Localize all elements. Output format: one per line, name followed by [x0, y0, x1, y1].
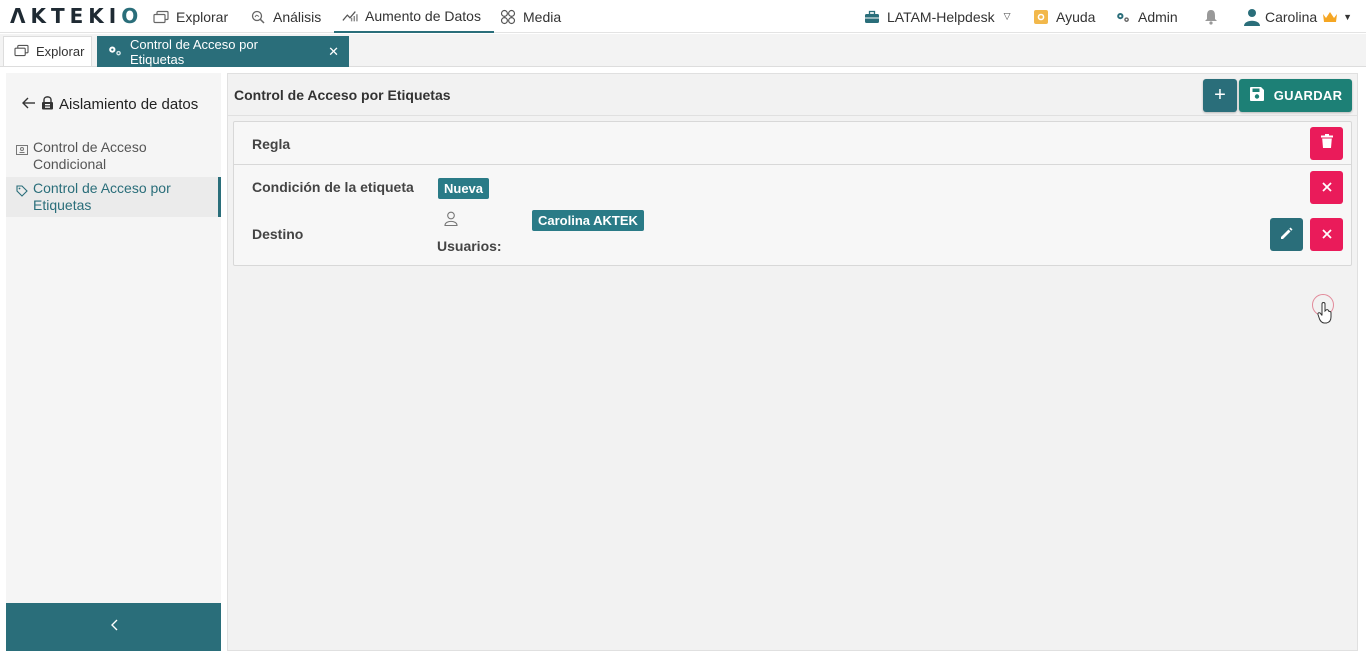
workspace-label: LATAM-Helpdesk	[887, 8, 995, 25]
top-navbar: ΛKTEKI O Explorar Análisis Aumento de Dat…	[0, 0, 1366, 33]
analysis-icon	[250, 9, 266, 25]
id-card-icon	[16, 143, 28, 155]
nav-item-aumento-de-datos[interactable]: Aumento de Datos	[334, 0, 494, 33]
bell-icon	[1203, 9, 1219, 25]
caret-down-icon: ▼	[1343, 11, 1353, 22]
chevron-left-icon	[110, 618, 118, 636]
user-name: Carolina	[1265, 8, 1318, 25]
data-augmentation-icon	[342, 8, 358, 24]
tab-control-acceso-etiquetas[interactable]: Control de Acceso por Etiquetas ✕	[97, 36, 349, 67]
nav-item-label: Media	[523, 8, 562, 25]
main-panel: Control de Acceso por Etiquetas + GUARDA…	[227, 73, 1358, 651]
gears-icon	[107, 44, 123, 60]
tab-explorar[interactable]: Explorar	[3, 36, 92, 67]
admin-label: Admin	[1138, 8, 1178, 25]
sidebar-header[interactable]: Aislamiento de datos	[22, 95, 198, 114]
workspace-selector[interactable]: LATAM-Helpdesk ▽	[864, 0, 1011, 33]
sidebar-item-label: Control de Acceso por Etiquetas	[33, 180, 171, 213]
sidebar-item-tag-access[interactable]: Control de Acceso por Etiquetas	[6, 177, 221, 217]
user-chip: Carolina AKTEK	[532, 210, 644, 231]
page-title: Control de Acceso por Etiquetas	[234, 87, 451, 103]
nav-item-explorar[interactable]: Explorar	[153, 0, 228, 33]
rule-card: Regla Condición de la etiqueta Nueva Des…	[233, 121, 1352, 266]
rule-header: Regla	[234, 122, 1351, 165]
media-icon	[500, 9, 516, 25]
tab-bar: Explorar Control de Acceso por Etiquetas…	[0, 34, 1366, 67]
main-header: Control de Acceso por Etiquetas + GUARDA…	[228, 74, 1357, 116]
delete-rule-button[interactable]	[1310, 127, 1343, 160]
nav-item-media[interactable]: Media	[500, 0, 561, 33]
sidebar-title: Aislamiento de datos	[59, 96, 199, 113]
add-rule-button[interactable]: +	[1203, 79, 1237, 112]
explore-icon	[153, 9, 169, 25]
user-outline-icon	[444, 211, 458, 229]
tab-label: Explorar	[36, 44, 85, 59]
nav-item-analisis[interactable]: Análisis	[250, 0, 321, 33]
explore-icon	[14, 44, 29, 60]
lock-icon	[41, 95, 54, 114]
remove-target-button[interactable]	[1310, 218, 1343, 251]
floppy-disk-icon	[1249, 86, 1265, 105]
sidebar: Aislamiento de datos Control de Acceso C…	[6, 73, 221, 651]
close-icon	[1321, 226, 1332, 244]
users-label: Usuarios:	[437, 238, 502, 254]
condition-tag-chip: Nueva	[438, 178, 490, 199]
close-icon	[1321, 179, 1332, 197]
tab-label: Control de Acceso por Etiquetas	[130, 36, 258, 67]
chevron-down-icon: ▽	[1003, 11, 1011, 21]
aktek-logo[interactable]: ΛKTEKI O	[10, 4, 138, 28]
tag-icon	[16, 184, 28, 197]
save-button[interactable]: GUARDAR	[1239, 79, 1352, 112]
gears-icon	[1115, 9, 1131, 25]
notifications-button[interactable]	[1203, 0, 1219, 33]
back-arrow-icon[interactable]	[22, 96, 36, 113]
user-icon	[1244, 8, 1260, 26]
help-icon	[1033, 9, 1049, 25]
trash-icon	[1320, 134, 1333, 153]
nav-item-label: Aumento de Datos	[365, 7, 481, 24]
help-label: Ayuda	[1056, 8, 1096, 25]
rule-title: Regla	[252, 136, 291, 152]
remove-condition-button[interactable]	[1310, 171, 1343, 204]
condition-label: Condición de la etiqueta	[252, 179, 414, 195]
user-menu[interactable]: Carolina ▼	[1244, 0, 1352, 33]
pencil-icon	[1280, 227, 1293, 243]
help-link[interactable]: Ayuda	[1033, 0, 1095, 33]
sidebar-item-label: Control de Acceso Condicional	[33, 139, 147, 172]
edit-target-button[interactable]	[1270, 218, 1303, 251]
sidebar-item-conditional-access[interactable]: Control de Acceso Condicional	[6, 139, 221, 175]
nav-item-label: Análisis	[273, 8, 322, 25]
crown-icon	[1322, 9, 1338, 25]
close-tab-icon[interactable]: ✕	[328, 44, 339, 60]
save-label: GUARDAR	[1273, 88, 1343, 103]
collapse-sidebar-button[interactable]	[6, 603, 221, 651]
nav-item-label: Explorar	[176, 8, 229, 25]
plus-icon: +	[1214, 84, 1226, 106]
hand-pointer-icon	[1317, 301, 1333, 327]
briefcase-icon	[864, 9, 880, 25]
admin-link[interactable]: Admin	[1115, 0, 1178, 33]
target-label: Destino	[252, 226, 304, 242]
